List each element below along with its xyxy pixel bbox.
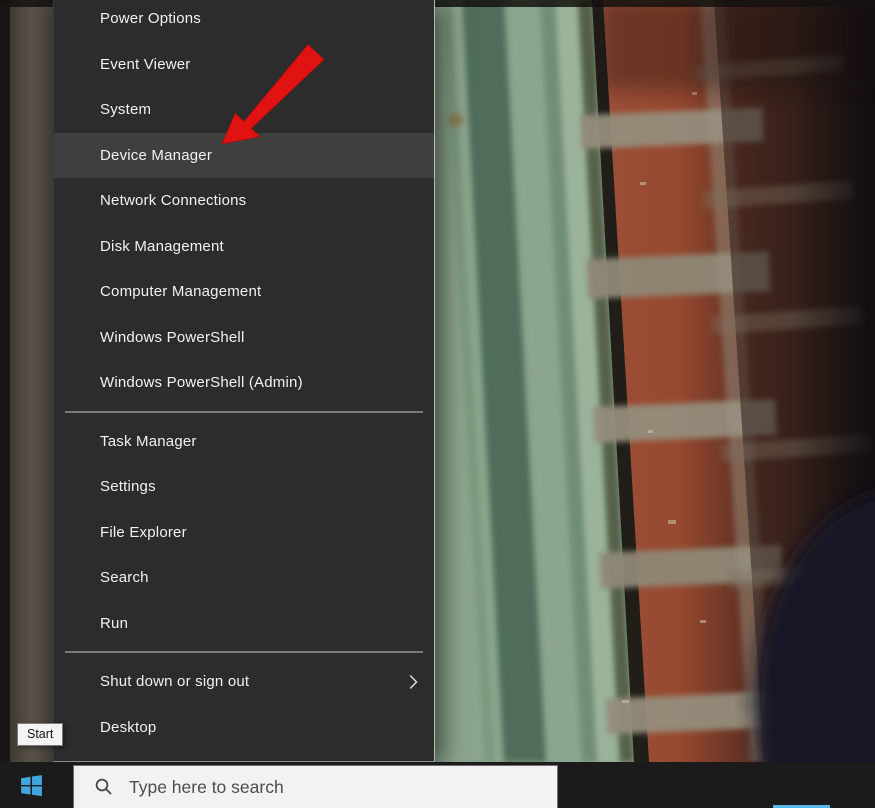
menu-item-desktop[interactable]: Desktop (54, 705, 434, 751)
taskbar-search-box[interactable] (73, 765, 558, 808)
chevron-right-icon (409, 674, 418, 690)
menu-item-event-viewer[interactable]: Event Viewer (54, 42, 434, 88)
menu-item-task-manager[interactable]: Task Manager (54, 419, 434, 465)
windows-logo-icon (20, 774, 42, 796)
menu-item-windows-powershell[interactable]: Windows PowerShell (54, 315, 434, 361)
menu-item-settings[interactable]: Settings (54, 464, 434, 510)
menu-item-computer-management[interactable]: Computer Management (54, 269, 434, 315)
menu-item-network-connections[interactable]: Network Connections (54, 178, 434, 224)
menu-item-disk-management[interactable]: Disk Management (54, 224, 434, 270)
menu-item-search[interactable]: Search (54, 555, 434, 601)
menu-item-run[interactable]: Run (54, 601, 434, 647)
menu-item-label: Shut down or sign out (100, 673, 250, 690)
menu-item-system[interactable]: System (54, 87, 434, 133)
menu-separator (65, 410, 423, 413)
search-icon (95, 778, 112, 795)
start-tooltip: Start (17, 723, 64, 746)
menu-item-device-manager[interactable]: Device Manager (54, 132, 434, 178)
menu-item-shut-down-or-sign-out[interactable]: Shut down or sign out (54, 659, 434, 705)
winx-power-user-menu: Power Options Event Viewer System Device… (53, 0, 435, 762)
menu-item-power-options[interactable]: Power Options (54, 0, 434, 42)
search-input[interactable] (127, 775, 461, 799)
taskbar (0, 762, 875, 808)
desktop-screen: Power Options Event Viewer System Device… (0, 0, 875, 808)
start-button[interactable] (0, 762, 62, 808)
menu-item-file-explorer[interactable]: File Explorer (54, 510, 434, 556)
menu-item-windows-powershell-admin[interactable]: Windows PowerShell (Admin) (54, 360, 434, 406)
menu-separator (65, 651, 423, 653)
